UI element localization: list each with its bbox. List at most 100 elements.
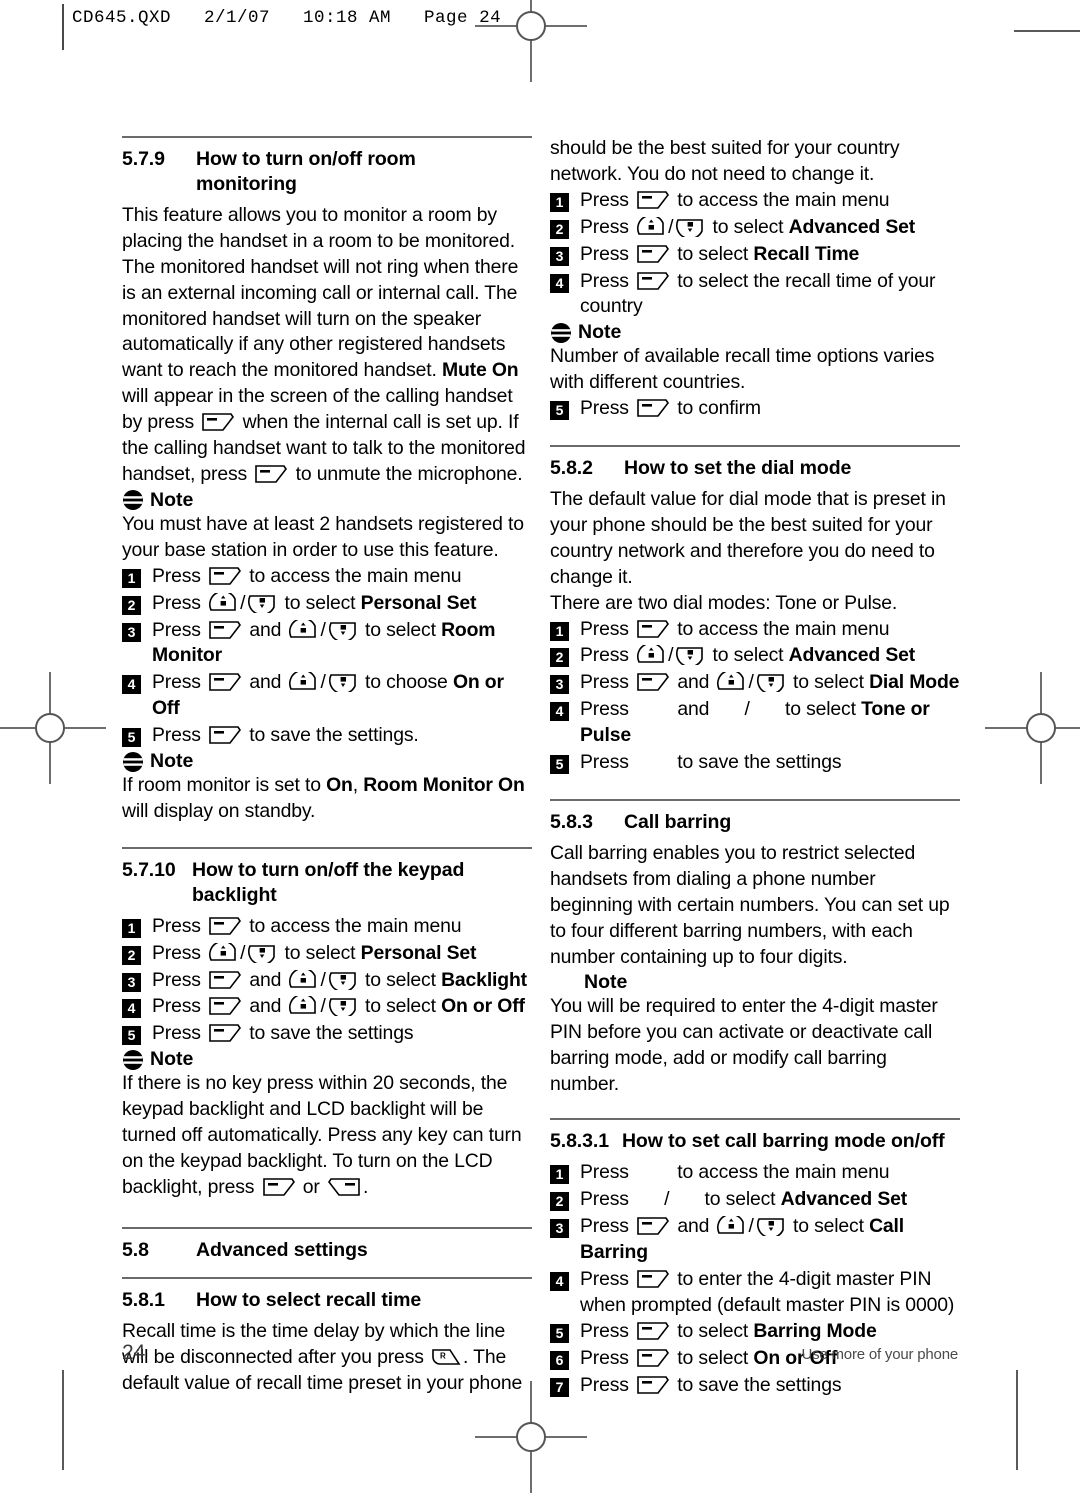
list-item: 1 Press to access the main menu	[550, 188, 960, 214]
paragraph-5-8-2-modes: There are two dial modes: Tone or Pulse.	[550, 591, 898, 614]
nav-down-key-icon	[248, 594, 276, 613]
left-softkey-icon	[209, 970, 242, 989]
right-column: should be the best suited for your count…	[550, 136, 960, 1400]
step-badge: 4	[550, 1271, 569, 1291]
right-softkey-icon	[328, 1178, 360, 1196]
left-softkey-icon	[262, 1178, 295, 1196]
header-rule	[62, 4, 64, 50]
step-text: Press and / to select On or Off	[152, 995, 525, 1018]
missing-nav-down-key-icon	[752, 699, 778, 719]
list-item: 3 Press and / to select Call Barring	[550, 1214, 960, 1266]
step-text: Press to access the main menu	[580, 617, 890, 640]
list-item: 4 Press to enter the 4-digit master PIN …	[550, 1267, 960, 1319]
step-badge: 3	[122, 622, 141, 642]
step-text: Press to access the main menu	[152, 914, 462, 937]
left-softkey-icon	[637, 1349, 670, 1368]
paragraph-5-8-2: The default value for dial mode that is …	[550, 488, 946, 588]
nav-up-key-icon	[209, 592, 236, 611]
step-badge: 1	[550, 1165, 569, 1185]
heading-5-7-9: 5.7.9 How to turn on/off room monitoring	[122, 147, 532, 197]
nav-up-key-icon	[289, 996, 317, 1015]
step-badge: 6	[550, 1351, 569, 1371]
note-label: Note	[578, 321, 622, 344]
list-item: 3 Press and / to select Dial Mode	[550, 670, 960, 696]
list-item: 4 Press and / to select Tone or Pulse	[550, 697, 960, 749]
steps-5-8-1: 1 Press to access the main menu 2 Press …	[550, 188, 960, 321]
heading-title: How to set the dial mode	[624, 457, 852, 480]
list-item: 2 Press / to select Personal Set	[122, 591, 532, 617]
note-block-3: Note	[122, 1048, 532, 1071]
left-softkey-icon	[637, 1376, 670, 1395]
rule-above-5-8-3	[550, 798, 960, 801]
list-item: 1 Press to access the main menu	[122, 914, 532, 940]
step-text: Press to select Recall Time	[580, 242, 860, 265]
left-softkey-icon	[202, 413, 235, 431]
left-softkey-icon	[637, 1322, 670, 1341]
heading-5-7-10: 5.7.10 How to turn on/off the keypad bac…	[122, 858, 532, 908]
left-softkey-icon	[209, 997, 242, 1016]
step-badge: 5	[550, 755, 569, 775]
note-text-1: You must have at least 2 handsets regist…	[122, 512, 524, 561]
step-text: Press to save the settings.	[152, 724, 419, 747]
left-softkey-icon	[209, 673, 242, 692]
rule-above-5-7-9	[122, 136, 532, 138]
nav-down-key-icon	[676, 218, 704, 237]
step-text: Press to access the main menu	[580, 188, 890, 211]
heading-title: Advanced settings	[196, 1238, 368, 1261]
left-softkey-icon	[209, 916, 242, 935]
step-badge: 1	[122, 918, 141, 938]
note-text-5: You will be required to enter the 4-digi…	[550, 995, 938, 1096]
step-text: Press and / to select Dial Mode	[580, 671, 960, 694]
step-text: Press and / to select Tone or Pulse	[580, 698, 930, 747]
left-softkey-icon	[255, 465, 288, 483]
recall-key-icon: R	[432, 1348, 461, 1365]
left-softkey-icon	[637, 399, 670, 417]
nav-up-key-icon	[637, 645, 664, 664]
note-icon	[551, 322, 571, 343]
step-text: Press and / to select Call Barring	[580, 1214, 905, 1263]
list-item: 5 Press to save the settings	[122, 1021, 532, 1047]
nav-down-key-icon	[676, 647, 704, 666]
registration-mark-left	[0, 672, 106, 784]
list-item: 2 Press / to select Advanced Set	[550, 215, 960, 241]
heading-title: How to turn on/off room monitoring	[196, 148, 416, 195]
note-icon	[123, 490, 143, 511]
heading-5-8-1: 5.8.1 How to select recall time	[122, 1288, 532, 1313]
list-item: 1 Press to access the main menu	[550, 617, 960, 643]
running-title: Use more of your phone	[801, 1346, 958, 1363]
step-badge: 5	[550, 1324, 569, 1344]
step-badge: 4	[550, 702, 569, 722]
left-softkey-icon	[209, 1024, 242, 1043]
list-item: 3 Press and / to select Room Monitor	[122, 618, 532, 670]
page-number: 24	[122, 1341, 146, 1364]
steps-5-8-2: 1 Press to access the main menu 2 Press …	[550, 617, 960, 776]
list-item: 2 Press / to select Advanced Set	[550, 643, 960, 669]
step-text: Press to access the main menu	[152, 564, 462, 587]
left-softkey-icon	[637, 673, 670, 692]
step-text: Press / to select Advanced Set	[580, 215, 916, 238]
registration-mark-top	[475, 0, 587, 82]
svg-text:R: R	[440, 1351, 446, 1360]
heading-title: How to turn on/off the keypad backlight	[192, 858, 465, 906]
paragraph-5-8-1: Recall time is the time delay by which t…	[122, 1319, 523, 1394]
left-softkey-icon	[209, 566, 242, 585]
step-text: Press / to select Personal Set	[152, 941, 477, 964]
note-text-4: Number of available recall time options …	[550, 345, 935, 394]
note-label: Note	[150, 488, 194, 511]
step-text: Press to enter the 4-digit master PIN wh…	[580, 1267, 955, 1316]
step-badge: 3	[550, 246, 569, 266]
heading-number: 5.8.1	[122, 1288, 165, 1311]
step-badge: 4	[122, 675, 141, 695]
left-softkey-icon	[637, 1269, 670, 1288]
note-label: Note	[584, 971, 628, 994]
nav-down-key-icon	[328, 621, 356, 640]
step-badge: 2	[122, 945, 141, 965]
crop-mark-right-top	[1014, 30, 1080, 32]
note-text-3: If there is no key press within 20 secon…	[122, 1072, 522, 1198]
nav-down-key-icon	[328, 971, 356, 990]
step-text: Press to confirm	[580, 397, 761, 420]
heading-5-8-3-1: 5.8.3.1 How to set call barring mode on/…	[550, 1129, 960, 1154]
rule-above-5-8-1	[122, 1276, 532, 1279]
steps-5-8-3-1: 1 Press to access the main menu 2 Press …	[550, 1160, 960, 1399]
nav-down-key-icon	[756, 1218, 784, 1236]
